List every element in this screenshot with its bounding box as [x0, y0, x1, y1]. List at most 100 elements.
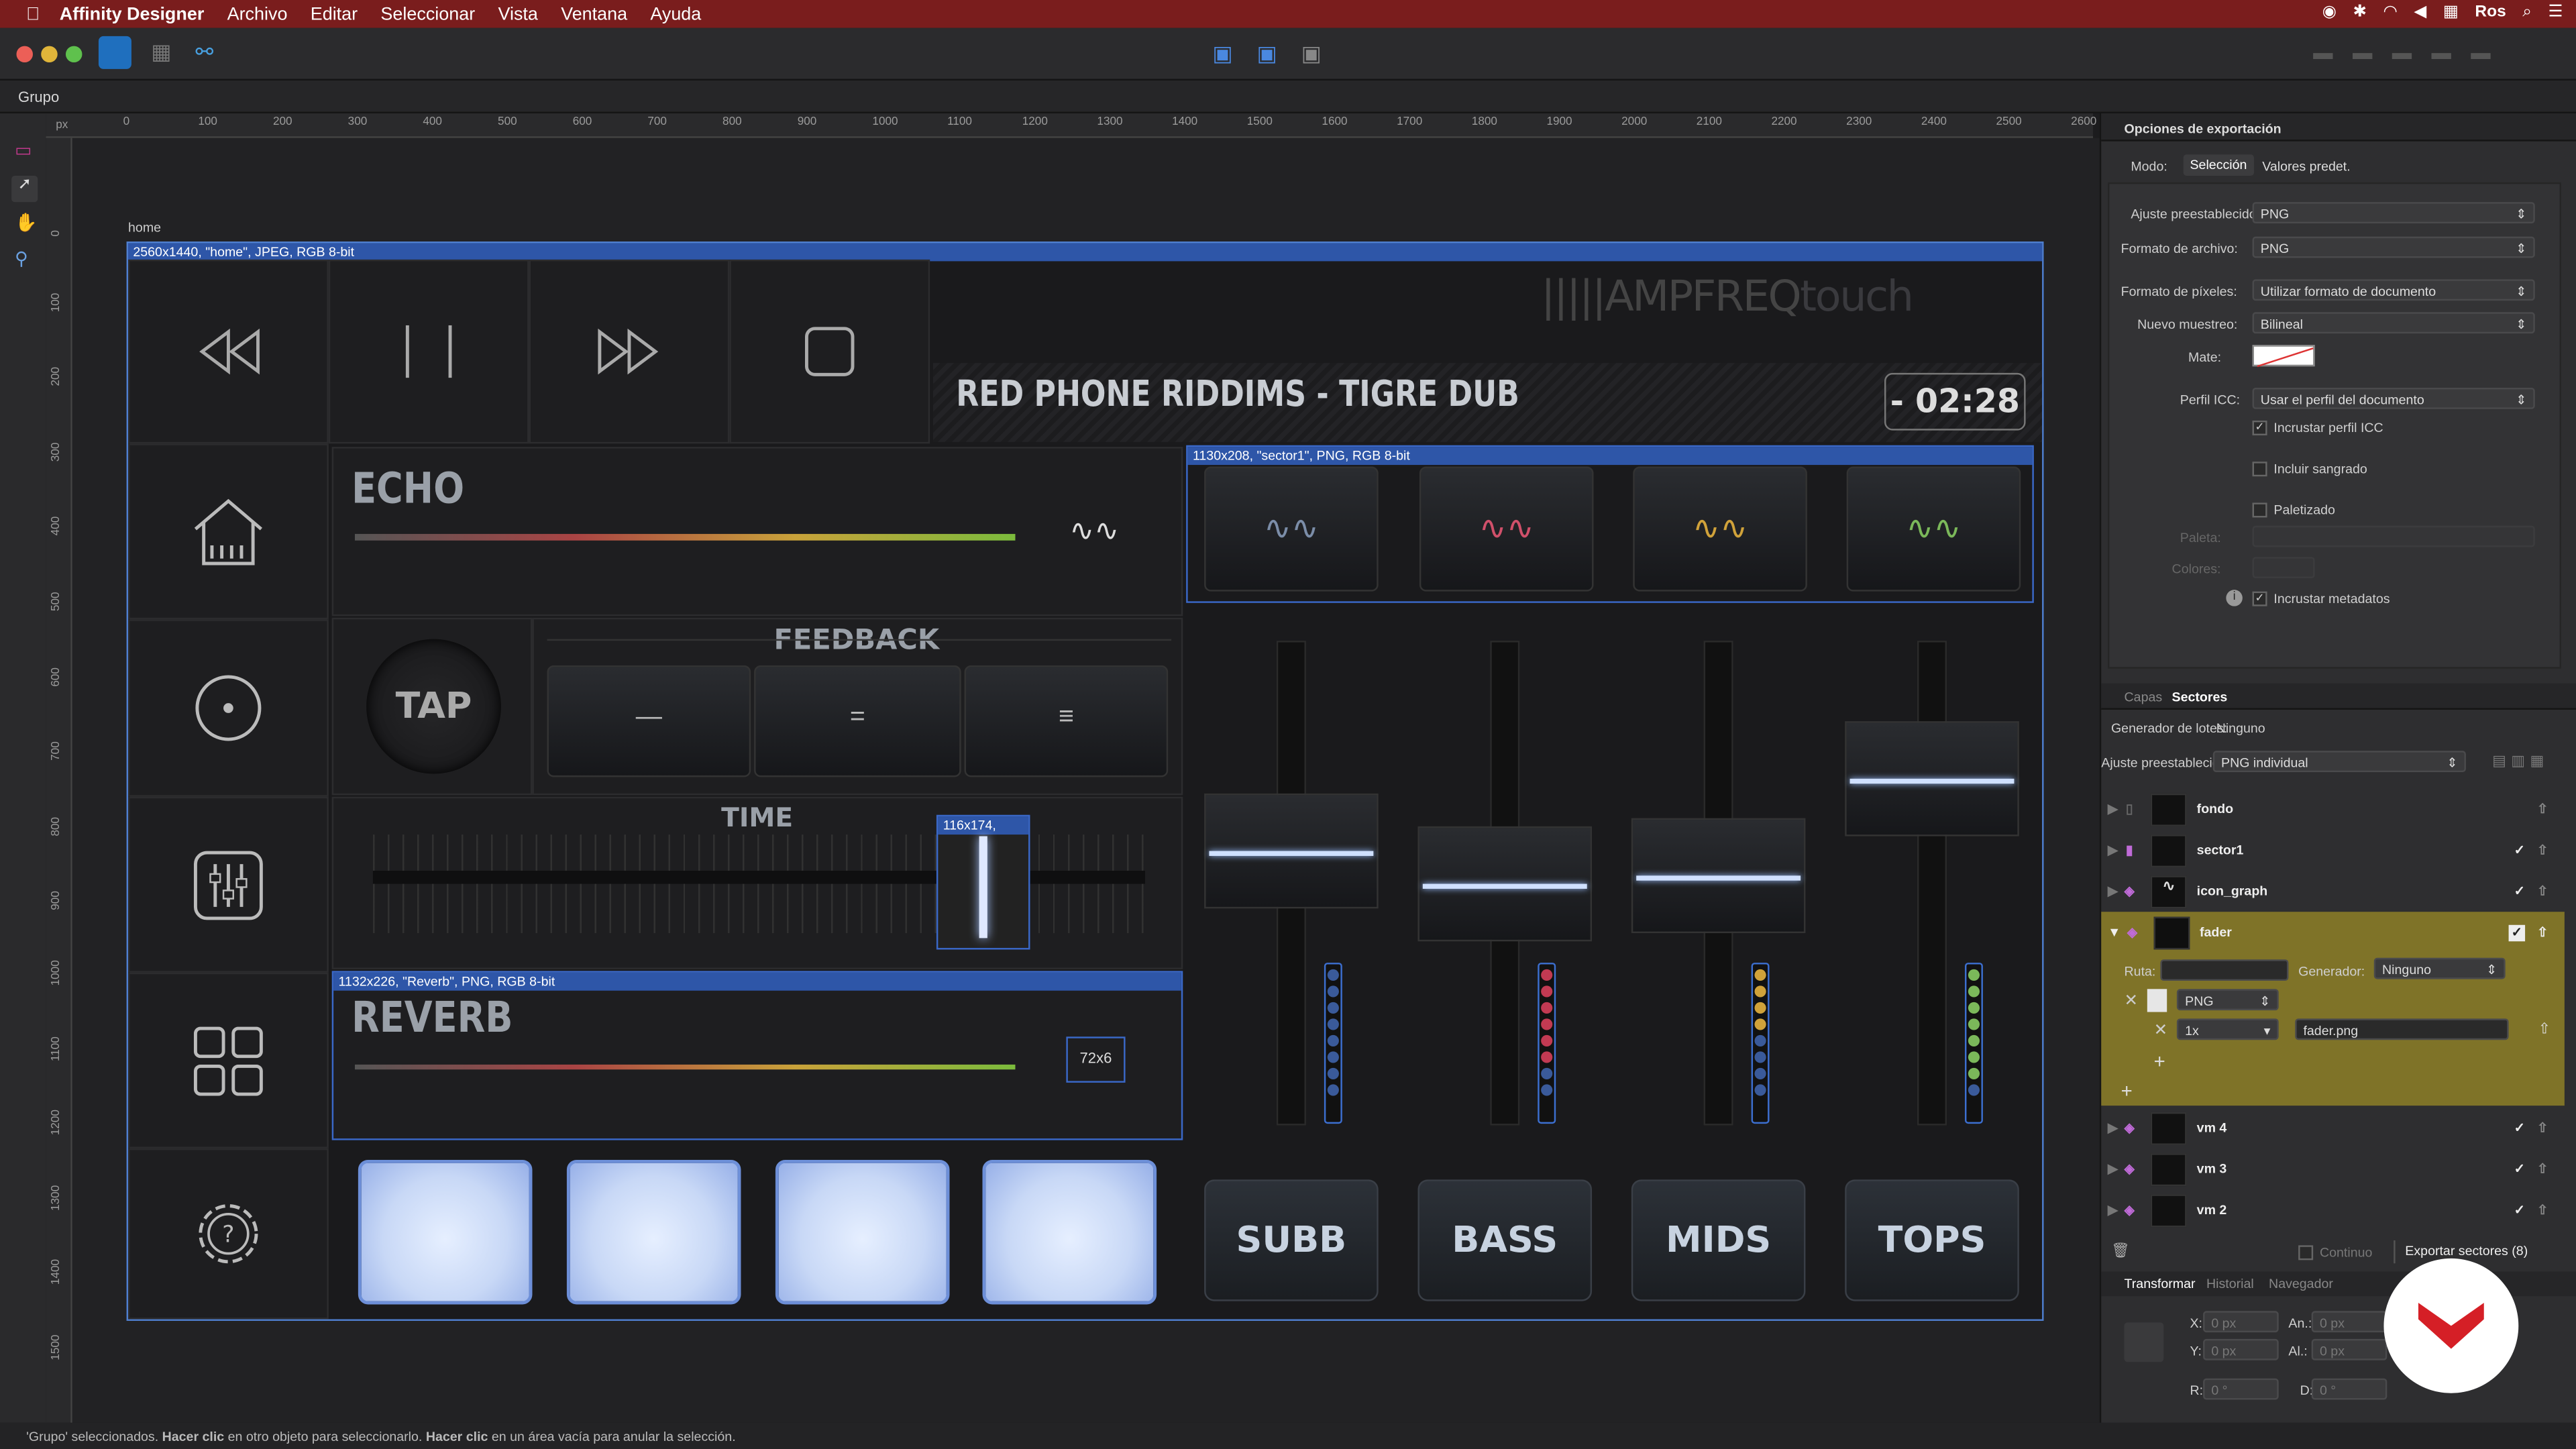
pad-3[interactable] — [775, 1159, 950, 1305]
menu-seleccionar[interactable]: Seleccionar — [380, 4, 475, 23]
palettized-checkbox[interactable]: Paletizado — [2252, 502, 2335, 518]
zoom-window-button[interactable] — [65, 46, 83, 63]
time-panel[interactable]: TIME — [331, 796, 1183, 969]
preset-dropdown[interactable]: PNG ⇕ — [2252, 202, 2535, 224]
echo-panel[interactable]: ECHO ∿∿ — [331, 447, 1183, 616]
preset-actions-icons[interactable]: ▤▥▦ — [2492, 753, 2549, 771]
anchor-selector[interactable] — [2124, 1322, 2164, 1362]
reverb-panel[interactable]: 1132x226, "Reverb", PNG, RGB 8-bit REVER… — [331, 971, 1183, 1140]
pause-button[interactable] — [328, 259, 529, 444]
pad-2[interactable] — [566, 1159, 741, 1305]
minimize-window-button[interactable] — [41, 46, 58, 63]
format-select[interactable]: PNG ⇕ — [2176, 989, 2279, 1011]
menu-archivo[interactable]: Archivo — [227, 4, 288, 23]
close-window-button[interactable] — [16, 46, 33, 63]
app-name[interactable]: Affinity Designer — [60, 4, 205, 23]
add-format-icon[interactable]: + — [2121, 1079, 2133, 1102]
format-dropdown[interactable]: PNG ⇕ — [2252, 236, 2535, 258]
slice-row-fondo[interactable]: ▶ ▯ fondo ⇧ — [2108, 789, 2561, 830]
menu-vista[interactable]: Vista — [498, 4, 538, 23]
width-field[interactable]: 0 px — [2311, 1311, 2387, 1333]
forward-button[interactable] — [529, 259, 730, 444]
export-persona-icon[interactable]: ⚯ — [195, 40, 221, 66]
search-icon[interactable]: ⌕ — [2522, 3, 2532, 21]
mode-selection-tab[interactable]: Selección — [2183, 154, 2254, 176]
tap-button[interactable]: TAP — [366, 639, 501, 774]
menu-editar[interactable]: Editar — [311, 4, 358, 23]
eq-mids-button[interactable]: MIDS — [1631, 1179, 1806, 1301]
height-field[interactable]: 0 px — [2311, 1338, 2387, 1360]
echo-gradient-bar[interactable] — [354, 533, 1016, 541]
resample-dropdown[interactable]: Bilineal ⇕ — [2252, 312, 2535, 334]
time-fader-handle[interactable]: 116x174, — [936, 814, 1030, 950]
matte-swatch[interactable] — [2252, 345, 2315, 368]
graph-button-4[interactable]: ∿∿ — [1846, 466, 2021, 592]
zoom-tool-icon[interactable]: ⚲ — [15, 248, 28, 269]
fader-knob[interactable] — [1631, 817, 1806, 932]
bleed-checkbox[interactable]: Incluir sangrado — [2252, 462, 2367, 477]
delete-slice-icon[interactable]: 🗑 — [2111, 1242, 2130, 1260]
graph-button-3[interactable]: ∿∿ — [1633, 466, 1807, 592]
colors-stepper[interactable] — [2252, 557, 2315, 579]
icc-dropdown[interactable]: Usar el perfil del documento ⇕ — [2252, 387, 2535, 409]
wifi-icon[interactable]: ◠ — [2383, 3, 2398, 21]
graph-button-1[interactable]: ∿∿ — [1204, 466, 1379, 592]
view-mode-1-icon[interactable]: ▣ — [1212, 41, 1232, 67]
slice-row-vm4[interactable]: ▶ ◈ vm 4 ✓ ⇧ — [2108, 1108, 2561, 1148]
shear-field[interactable]: 0 ° — [2311, 1378, 2387, 1400]
tab-layers[interactable]: Capas — [2125, 690, 2163, 705]
nav-help-button[interactable]: ? — [128, 1148, 329, 1320]
menu-ayuda[interactable]: Ayuda — [650, 4, 701, 23]
generator-dropdown[interactable]: Ninguno ⇕ — [2373, 957, 2506, 979]
route-input[interactable] — [2160, 959, 2289, 981]
slice-row-vm2[interactable]: ▶ ◈ vm 2 ✓ ⇧ — [2108, 1189, 2561, 1230]
mode-presets-tab[interactable]: Valores predet. — [2262, 160, 2350, 174]
fader-knob[interactable] — [1417, 826, 1593, 943]
nav-home-button[interactable] — [128, 443, 329, 620]
arrange-icons[interactable]: ▬▬▬▬▬ — [2313, 41, 2510, 64]
slice-row-icon-graph[interactable]: ▶ ◈ ∿ icon_graph ✓ ⇧ — [2108, 871, 2561, 912]
slice-row-sector1[interactable]: ▶ ▮ sector1 ✓ ⇧ — [2108, 830, 2561, 871]
pad-1[interactable] — [358, 1159, 533, 1305]
x-field[interactable]: 0 px — [2203, 1311, 2279, 1333]
palette-dropdown[interactable] — [2252, 525, 2535, 547]
apple-icon[interactable]:  — [26, 4, 40, 23]
fader-knob[interactable] — [1204, 793, 1379, 908]
export-slice-icon[interactable]: ⇧ — [2537, 802, 2548, 816]
rewind-button[interactable] — [128, 259, 329, 444]
feedback-option-1[interactable]: — — [547, 665, 751, 777]
export-file-icon[interactable]: ⇧ — [2538, 1020, 2551, 1038]
eq-bass-button[interactable]: BASS — [1417, 1179, 1593, 1301]
continuous-checkbox[interactable]: Continuo — [2298, 1245, 2372, 1260]
nav-mixer-button[interactable] — [128, 796, 329, 973]
pixel-format-dropdown[interactable]: Utilizar formato de documento ⇕ — [2252, 279, 2535, 301]
view-mode-3-icon[interactable]: ▣ — [1301, 41, 1322, 67]
fader-knob[interactable] — [1845, 720, 2019, 836]
view-mode-2-icon[interactable]: ▣ — [1256, 41, 1277, 67]
menu-list-icon[interactable]: ☰ — [2548, 3, 2563, 21]
metadata-checkbox[interactable]: ✓ Incrustar metadatos — [2252, 591, 2390, 606]
export-slices-button[interactable]: Exportar sectores (8) — [2394, 1240, 2565, 1264]
scale-select[interactable]: 1x ▾ — [2176, 1018, 2279, 1040]
menu-ventana[interactable]: Ventana — [561, 4, 627, 23]
artboard-tool-icon[interactable]: ▭ — [15, 140, 32, 161]
tab-transform[interactable]: Transformar — [2125, 1277, 2196, 1291]
record-icon[interactable]: ◉ — [2322, 3, 2337, 21]
y-field[interactable]: 0 px — [2203, 1338, 2279, 1360]
embed-icc-checkbox[interactable]: ✓ Incrustar perfil ICC — [2252, 420, 2383, 435]
tab-history[interactable]: Historial — [2206, 1277, 2254, 1291]
add-scale-icon[interactable]: + — [2154, 1050, 2165, 1073]
tab-slices[interactable]: Sectores — [2172, 690, 2228, 705]
reverb-gradient-bar[interactable] — [354, 1064, 1016, 1070]
remove-scale-icon[interactable]: ✕ — [2154, 1022, 2168, 1040]
feedback-option-2[interactable]: = — [754, 665, 961, 777]
file-name-field[interactable]: fader.png — [2295, 1018, 2509, 1040]
designer-persona-icon[interactable] — [98, 36, 131, 69]
slice-row-fader[interactable]: ▼ ◈ fader ✓ ⇧ — [2108, 912, 2561, 953]
nav-grid-button[interactable] — [128, 972, 329, 1148]
reverb-wave-icon[interactable]: 72x6 — [1066, 1036, 1126, 1083]
bluetooth-icon[interactable]: ✱ — [2353, 3, 2367, 21]
graph-button-2[interactable]: ∿∿ — [1419, 466, 1594, 592]
pad-4[interactable] — [982, 1159, 1157, 1305]
rotation-field[interactable]: 0 ° — [2203, 1378, 2279, 1400]
